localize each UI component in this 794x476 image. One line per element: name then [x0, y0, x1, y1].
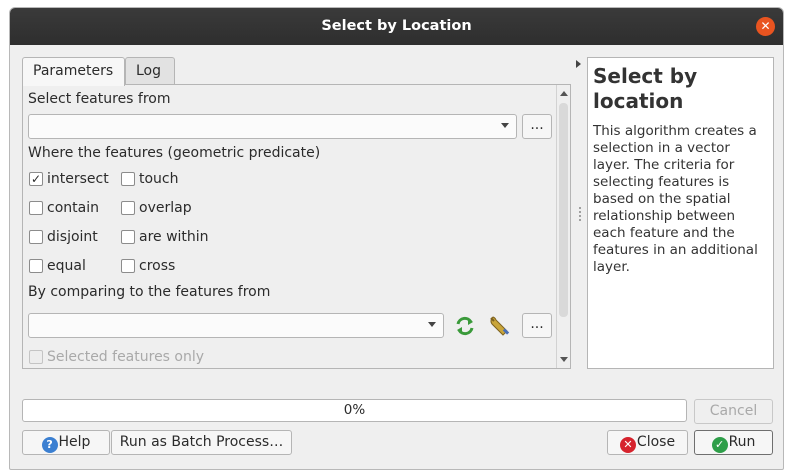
iterate-icon[interactable] — [454, 315, 476, 337]
select-from-browse-button[interactable]: ... — [522, 114, 552, 139]
scroll-down-icon[interactable] — [560, 357, 568, 362]
checkbox-touch[interactable] — [121, 172, 135, 186]
window-title: Select by Location — [321, 18, 472, 34]
checkbox-cross-label: cross — [139, 258, 176, 274]
help-panel: Select by location This algorithm create… — [587, 57, 774, 369]
splitter-handle[interactable] — [579, 207, 581, 221]
checkbox-disjoint[interactable] — [29, 230, 43, 244]
batch-process-button[interactable]: Run as Batch Process… — [111, 430, 292, 455]
checkbox-contain[interactable] — [29, 201, 43, 215]
checkbox-equal[interactable] — [29, 259, 43, 273]
select-from-label: Select features from — [28, 91, 171, 107]
help-icon: ? — [41, 437, 58, 453]
close-icon: ✕ — [619, 437, 636, 453]
select-from-combo[interactable] — [28, 114, 517, 139]
progress-text: 0% — [343, 402, 366, 418]
checkbox-overlap[interactable] — [121, 201, 135, 215]
help-body: This algorithm creates a selection in a … — [593, 123, 758, 275]
collapse-help-icon[interactable] — [576, 60, 581, 68]
help-button[interactable]: ? Help — [22, 430, 110, 455]
compare-combo[interactable] — [28, 313, 444, 338]
compare-browse-button[interactable]: ... — [522, 313, 552, 338]
parameters-scrollbar[interactable] — [556, 85, 570, 368]
run-icon: ✓ — [711, 437, 728, 453]
predicate-label: Where the features (geometric predicate) — [28, 145, 321, 161]
chevron-down-icon — [501, 123, 509, 128]
scroll-thumb[interactable] — [559, 103, 568, 317]
progress-bar: 0% — [22, 399, 687, 422]
checkbox-intersect-label: intersect — [47, 171, 109, 187]
checkbox-disjoint-label: disjoint — [47, 229, 98, 245]
wrench-icon[interactable] — [488, 314, 512, 338]
cancel-button[interactable]: Cancel — [694, 399, 773, 424]
checkbox-are-within-label: are within — [139, 229, 209, 245]
checkbox-intersect[interactable]: ✓ — [29, 172, 43, 186]
dialog-window: Select by Location ✕ Parameters Log Sele… — [9, 7, 784, 470]
checkbox-are-within[interactable] — [121, 230, 135, 244]
scroll-up-icon[interactable] — [560, 91, 568, 96]
checkbox-touch-label: touch — [139, 171, 179, 187]
tab-parameters[interactable]: Parameters — [22, 57, 125, 86]
checkbox-equal-label: equal — [47, 258, 86, 274]
checkbox-selected-only[interactable] — [29, 350, 43, 364]
checkbox-contain-label: contain — [47, 200, 99, 216]
close-button[interactable]: ✕ Close — [607, 430, 688, 455]
title-bar: Select by Location ✕ — [10, 8, 783, 45]
checkbox-overlap-label: overlap — [139, 200, 192, 216]
compare-label: By comparing to the features from — [28, 284, 271, 300]
tab-log[interactable]: Log — [125, 57, 175, 85]
chevron-down-icon — [428, 322, 436, 327]
run-button[interactable]: ✓ Run — [694, 430, 773, 455]
checkbox-cross[interactable] — [121, 259, 135, 273]
window-close-icon[interactable]: ✕ — [756, 17, 775, 36]
selected-only-label: Selected features only — [47, 349, 205, 365]
parameters-panel: Select features from ... Where the featu… — [22, 84, 571, 369]
help-title: Select by location — [593, 64, 698, 113]
